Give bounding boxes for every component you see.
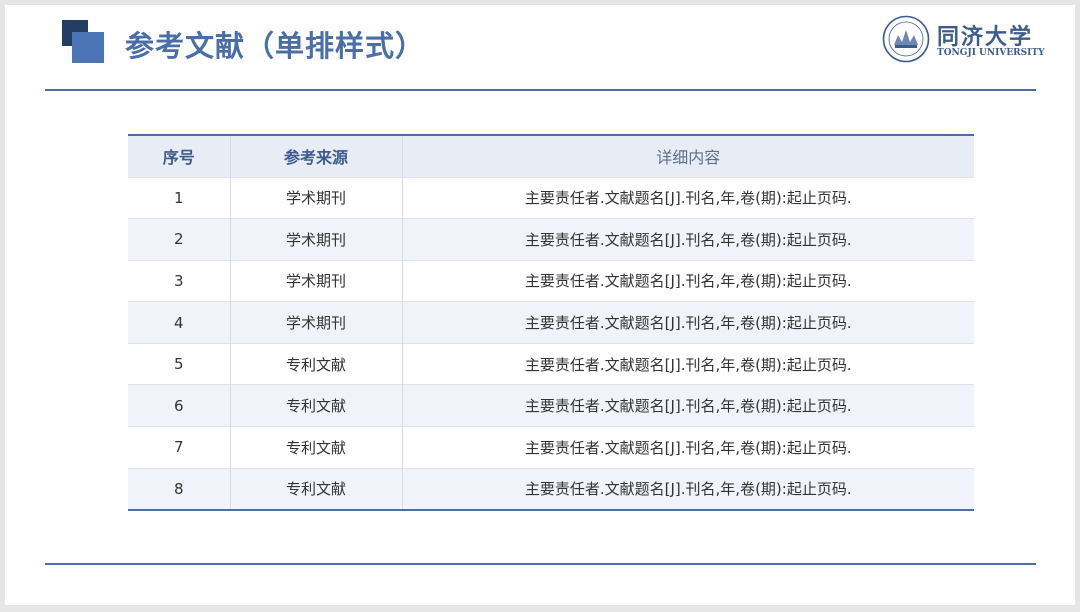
- logo-name-english: TONGJI UNIVERSITY: [937, 48, 1045, 58]
- cell-index: 7: [173, 438, 184, 457]
- table-row: 7 专利文献 主要责任者.文献题名[J].刊名,年,卷(期):起止页码.: [128, 426, 974, 469]
- table-row: 4 学术期刊 主要责任者.文献题名[J].刊名,年,卷(期):起止页码.: [128, 301, 974, 344]
- header-divider: [45, 89, 1036, 91]
- slide: 参考文献（单排样式） 同济大学 TONGJI UNIVERSITY 序号 参考来…: [5, 5, 1075, 605]
- footer-divider: [45, 563, 1036, 565]
- table-row: 2 学术期刊 主要责任者.文献题名[J].刊名,年,卷(期):起止页码.: [128, 218, 974, 261]
- cell-detail: 主要责任者.文献题名[J].刊名,年,卷(期):起止页码.: [401, 384, 974, 427]
- cell-index: 2: [173, 230, 184, 249]
- cell-detail: 主要责任者.文献题名[J].刊名,年,卷(期):起止页码.: [401, 301, 974, 344]
- cell-source: 专利文献: [229, 384, 402, 427]
- cell-detail: 主要责任者.文献题名[J].刊名,年,卷(期):起止页码.: [401, 177, 974, 219]
- table-row: 6 专利文献 主要责任者.文献题名[J].刊名,年,卷(期):起止页码.: [128, 384, 974, 427]
- cell-source: 学术期刊: [229, 260, 402, 302]
- reference-table: 序号 参考来源 详细内容 1 学术期刊 主要责任者.文献题名[J].刊名,年,卷…: [128, 134, 974, 511]
- cell-detail: 主要责任者.文献题名[J].刊名,年,卷(期):起止页码.: [401, 218, 974, 261]
- table-header-row: 序号 参考来源 详细内容: [128, 135, 974, 177]
- cell-source: 学术期刊: [229, 218, 402, 261]
- page-title: 参考文献（单排样式）: [125, 29, 426, 63]
- cell-index: 4: [173, 313, 184, 332]
- cell-source: 学术期刊: [229, 177, 402, 219]
- university-seal-icon: [882, 15, 930, 63]
- cell-index: 5: [173, 355, 184, 374]
- table-row: 8 专利文献 主要责任者.文献题名[J].刊名,年,卷(期):起止页码.: [128, 468, 974, 510]
- column-header-detail: 详细内容: [401, 135, 974, 177]
- column-header-index: 序号: [162, 148, 195, 168]
- table-row: 5 专利文献 主要责任者.文献题名[J].刊名,年,卷(期):起止页码.: [128, 343, 974, 385]
- cell-detail: 主要责任者.文献题名[J].刊名,年,卷(期):起止页码.: [401, 260, 974, 302]
- cell-detail: 主要责任者.文献题名[J].刊名,年,卷(期):起止页码.: [401, 468, 974, 510]
- column-header-source: 参考来源: [229, 135, 402, 177]
- table-row: 1 学术期刊 主要责任者.文献题名[J].刊名,年,卷(期):起止页码.: [128, 177, 974, 219]
- cell-detail: 主要责任者.文献题名[J].刊名,年,卷(期):起止页码.: [401, 426, 974, 469]
- cell-source: 学术期刊: [229, 301, 402, 344]
- cell-detail: 主要责任者.文献题名[J].刊名,年,卷(期):起止页码.: [401, 343, 974, 385]
- cell-source: 专利文献: [229, 468, 402, 510]
- tongji-logo: 同济大学 TONGJI UNIVERSITY: [882, 15, 1045, 65]
- title-decoration-blue-square: [72, 32, 104, 63]
- cell-index: 1: [173, 188, 184, 207]
- cell-source: 专利文献: [229, 343, 402, 385]
- logo-name-chinese: 同济大学: [937, 24, 1034, 50]
- cell-index: 3: [173, 271, 184, 290]
- cell-source: 专利文献: [229, 426, 402, 469]
- table-row: 3 学术期刊 主要责任者.文献题名[J].刊名,年,卷(期):起止页码.: [128, 260, 974, 302]
- cell-index: 8: [173, 479, 184, 498]
- cell-index: 6: [173, 396, 184, 415]
